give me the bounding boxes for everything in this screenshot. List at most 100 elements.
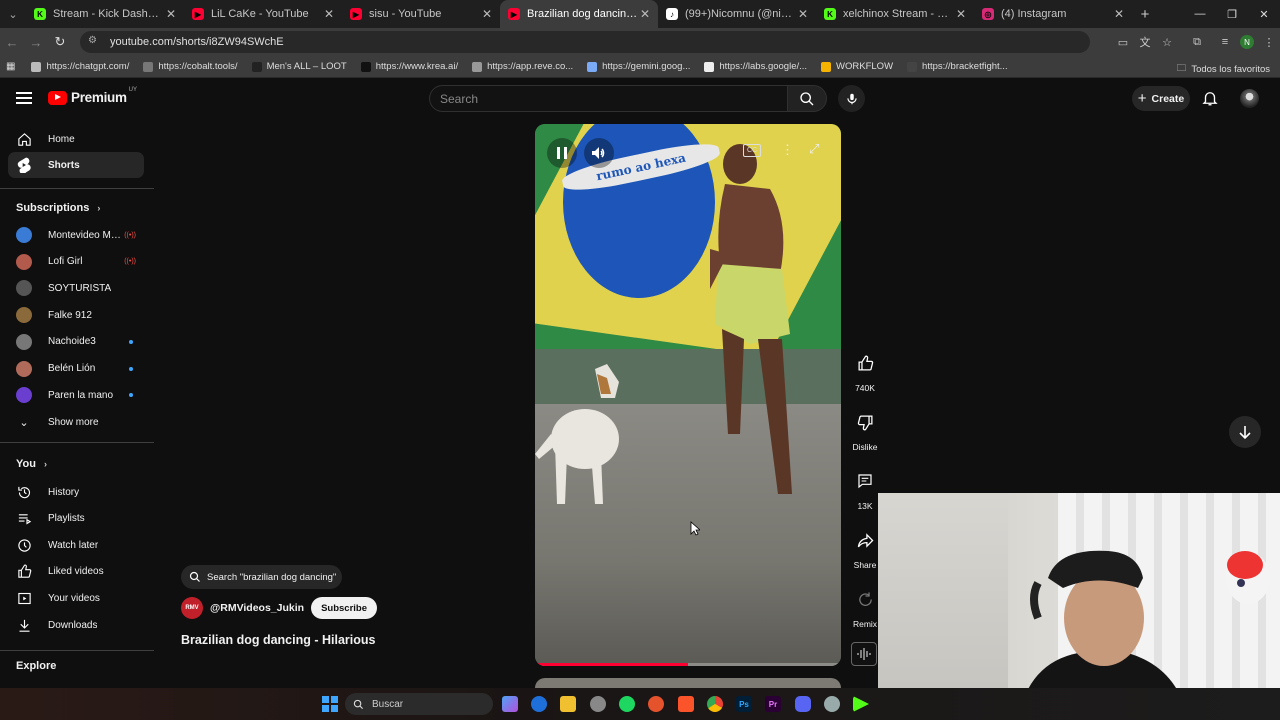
all-bookmarks[interactable]: 🗀 Todos los favoritos xyxy=(1177,61,1270,77)
bookmark-item[interactable]: https://bracketfight... xyxy=(907,61,1008,72)
sidebar-item-your-videos[interactable]: Your videos xyxy=(8,585,144,611)
minimize-icon[interactable]: — xyxy=(1184,0,1216,28)
sidebar-subscription-item[interactable]: Paren la mano xyxy=(8,382,144,408)
kick-icon[interactable] xyxy=(853,696,869,712)
forward-icon[interactable]: → xyxy=(24,28,48,56)
chrome-icon[interactable] xyxy=(707,696,723,712)
short-title[interactable]: Brazilian dog dancing - Hilarious xyxy=(181,633,375,647)
sidebar-subscription-item[interactable]: Belén Lión xyxy=(8,356,144,382)
channel-handle[interactable]: @RMVideos_Jukin xyxy=(210,602,304,614)
close-tab-icon[interactable]: ✕ xyxy=(638,7,652,21)
show-more-button[interactable]: ⌄ Show more xyxy=(8,409,144,435)
sidebar-subscription-item[interactable]: Lofi Girl ((•)) xyxy=(8,249,144,275)
like-button[interactable]: 740K xyxy=(845,348,885,393)
url-bar[interactable]: ⚙ youtube.com/shorts/i8ZW94SWchE xyxy=(80,31,1090,53)
extensions-icon[interactable]: ⧉ xyxy=(1186,28,1208,56)
hamburger-menu-icon[interactable] xyxy=(16,92,32,104)
bookmark-item[interactable]: https://gemini.goog... xyxy=(587,61,690,72)
premiere-icon[interactable]: Pr xyxy=(765,696,781,712)
bookmark-item[interactable]: https://www.krea.ai/ xyxy=(360,61,458,72)
close-tab-icon[interactable]: ✕ xyxy=(954,7,968,21)
browser-tab[interactable]: K Stream - Kick Dashboard ✕ xyxy=(26,0,184,28)
media-controls-icon[interactable]: ≡ xyxy=(1214,28,1236,56)
copilot-icon[interactable] xyxy=(502,696,518,712)
sidebar-item-downloads[interactable]: Downloads xyxy=(8,612,144,638)
volume-button[interactable] xyxy=(584,138,614,168)
close-tab-icon[interactable]: ✕ xyxy=(480,7,494,21)
sidebar-item-history[interactable]: History xyxy=(8,479,144,505)
site-info-icon[interactable]: ⚙ xyxy=(88,35,102,49)
bookmark-star-icon[interactable]: ☆ xyxy=(1156,28,1178,56)
subscriptions-heading[interactable]: Subscriptions › xyxy=(16,202,100,214)
close-tab-icon[interactable]: ✕ xyxy=(164,7,178,21)
settings-gear-icon[interactable] xyxy=(824,696,840,712)
search-input[interactable]: Search xyxy=(429,85,787,112)
youtube-premium-logo[interactable]: Premium UY xyxy=(48,87,137,105)
app-icon[interactable] xyxy=(648,696,664,712)
captions-icon[interactable]: CC xyxy=(743,144,761,157)
close-tab-icon[interactable]: ✕ xyxy=(1112,7,1126,21)
browser-menu-icon[interactable]: ⋮ xyxy=(1258,28,1280,56)
close-window-icon[interactable]: ✕ xyxy=(1248,0,1280,28)
edge-icon[interactable] xyxy=(531,696,547,712)
windows-start-icon[interactable] xyxy=(322,696,338,712)
close-tab-icon[interactable]: ✕ xyxy=(322,7,336,21)
browser-tab[interactable]: ♪ (99+)Nicomnu (@nicomnu) | Ti✕ xyxy=(658,0,816,28)
fullscreen-icon[interactable]: ⤢ xyxy=(809,141,819,157)
tab-search-icon[interactable]: ⌄ xyxy=(0,0,26,28)
sidebar-item-shorts[interactable]: Shorts xyxy=(8,152,144,178)
sidebar-subscription-item[interactable]: Falke 912 xyxy=(8,302,144,328)
sidebar-subscription-item[interactable]: Montevideo Mus... ((•)) xyxy=(8,222,144,248)
browser-tab[interactable]: ▶ Brazilian dog dancing - Hila✕ xyxy=(500,0,658,28)
search-button[interactable] xyxy=(787,85,827,112)
bookmark-item[interactable]: https://labs.google/... xyxy=(704,61,807,72)
voice-search-button[interactable] xyxy=(838,85,865,112)
new-tab-button[interactable]: + xyxy=(1132,6,1158,23)
you-heading[interactable]: You › xyxy=(16,458,47,470)
obs-icon[interactable] xyxy=(590,696,606,712)
next-short-button[interactable] xyxy=(1229,416,1261,448)
bookmark-item[interactable]: Men's ALL – LOOT xyxy=(251,61,347,72)
bookmark-item[interactable]: WORKFLOW xyxy=(821,61,893,72)
sound-thumbnail[interactable] xyxy=(851,642,877,666)
bookmark-item[interactable]: https://app.reve.co... xyxy=(472,61,573,72)
back-icon[interactable]: ← xyxy=(0,28,24,56)
close-tab-icon[interactable]: ✕ xyxy=(796,7,810,21)
video-progress-bar[interactable] xyxy=(535,663,841,666)
taskbar-search-box[interactable]: Buscar xyxy=(345,693,493,715)
more-options-icon[interactable]: ⋮ xyxy=(781,142,794,158)
sidebar-subscription-item[interactable]: Nachoide3 xyxy=(8,329,144,355)
profile-avatar[interactable]: N xyxy=(1240,35,1254,49)
browser-tab[interactable]: Kxelchinox Stream - Watch Live✕ xyxy=(816,0,974,28)
apps-grid-icon[interactable]: ▦ xyxy=(6,61,15,72)
account-avatar[interactable] xyxy=(1240,89,1259,108)
channel-avatar[interactable]: RMV xyxy=(181,597,203,619)
install-app-icon[interactable]: ▭ xyxy=(1112,28,1134,56)
bookmark-item[interactable]: https://chatgpt.com/ xyxy=(31,61,129,72)
related-search-chip[interactable]: Search "brazilian dog dancing" xyxy=(181,565,342,589)
sidebar-item-home[interactable]: Home xyxy=(8,126,144,152)
subscribe-button[interactable]: Subscribe xyxy=(311,597,378,619)
shorts-video-player[interactable]: rumo ao hexa CC ⋮ ⤢ xyxy=(535,124,841,666)
notifications-bell-icon[interactable] xyxy=(1201,89,1219,112)
reload-icon[interactable]: ↻ xyxy=(48,28,72,56)
sidebar-item-watch-later[interactable]: Watch later xyxy=(8,532,144,558)
discord-icon[interactable] xyxy=(795,696,811,712)
brave-icon[interactable] xyxy=(678,696,694,712)
file-explorer-icon[interactable] xyxy=(560,696,576,712)
bookmark-item[interactable]: https://cobalt.tools/ xyxy=(143,61,238,72)
spotify-icon[interactable] xyxy=(619,696,635,712)
dislike-button[interactable]: Dislike xyxy=(845,407,885,452)
sidebar-item-playlists[interactable]: Playlists xyxy=(8,506,144,532)
browser-tab[interactable]: ▶ sisu - YouTube ✕ xyxy=(342,0,500,28)
restore-icon[interactable]: ❐ xyxy=(1216,0,1248,28)
browser-tab[interactable]: ◎ (4) Instagram ✕ xyxy=(974,0,1132,28)
windows-taskbar: Buscar Ps Pr xyxy=(0,688,1280,720)
pause-button[interactable] xyxy=(547,138,577,168)
photoshop-icon[interactable]: Ps xyxy=(736,696,752,712)
translate-icon[interactable]: 文 xyxy=(1134,28,1156,56)
create-button[interactable]: + Create xyxy=(1132,86,1190,111)
sidebar-item-liked[interactable]: Liked videos xyxy=(8,559,144,585)
sidebar-subscription-item[interactable]: SOYTURISTA xyxy=(8,275,144,301)
browser-tab[interactable]: ▶ LiL CaKe - YouTube ✕ xyxy=(184,0,342,28)
